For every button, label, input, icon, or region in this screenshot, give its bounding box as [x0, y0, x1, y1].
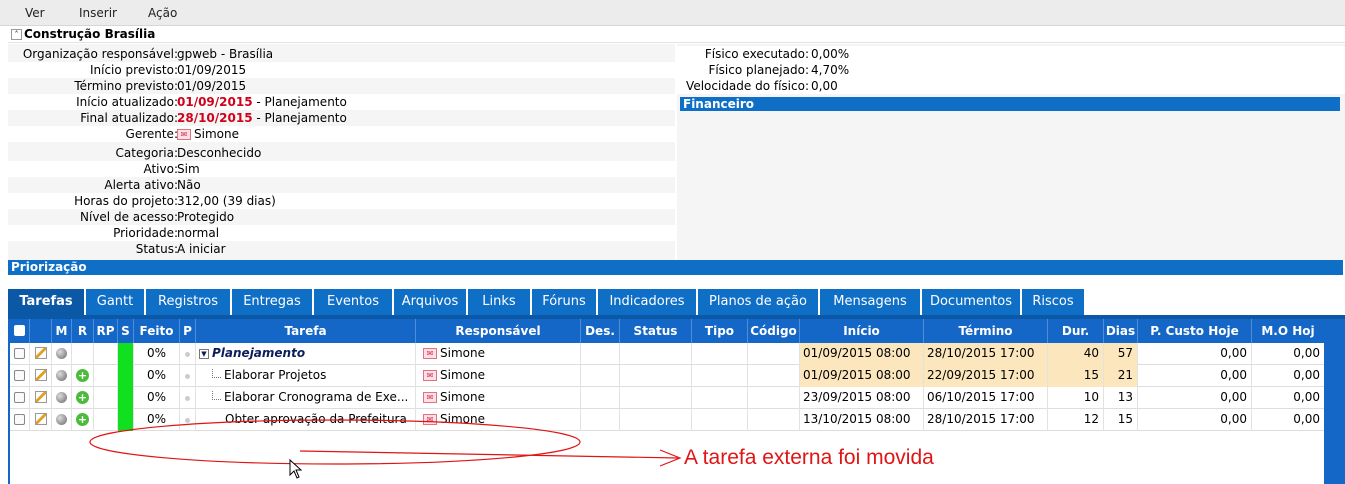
annotation-ellipse [89, 419, 581, 465]
annotation-overlay [89, 419, 682, 467]
annotation-arrow [299, 450, 679, 459]
annotation-text: A tarefa externa foi movida [684, 446, 934, 469]
mouse-cursor-icon [289, 459, 303, 479]
